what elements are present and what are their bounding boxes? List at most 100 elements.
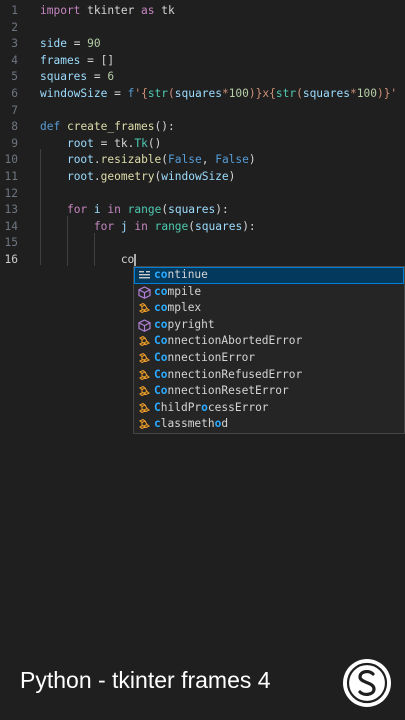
code-token: = [87,70,108,84]
suggestion-item[interactable]: ChildProcessError [134,400,404,417]
suggestion-match: co [154,268,168,281]
code-token: squares [174,87,222,100]
suggestion-match: Co [154,367,168,381]
class-icon [138,402,151,415]
line-number: 5 [11,70,18,84]
suggestion-text: mpile [167,284,202,298]
suggestion-item[interactable]: continue [134,267,404,284]
code-token: root [66,153,94,167]
code-token: = [107,87,128,100]
code-token: 90 [87,37,101,51]
cube-icon [138,285,151,299]
code-token: in [107,203,121,217]
code-text: for j in range(squares): [40,219,256,236]
code-text: side = 90 [40,36,101,53]
code-token: root [66,136,94,150]
code-line[interactable]: 13 for i in range(squares): [0,202,405,219]
suggestion-item[interactable]: complex [134,300,404,317]
code-token: () [147,136,162,150]
cube-icon [138,319,151,332]
suggestion-text: lassmeth [160,417,215,431]
code-token: frames [40,53,81,67]
code-line[interactable]: 6 windowSize = f'{str(squares*100)}x{str(… [0,86,405,103]
line-number: 14 [4,219,18,233]
code-token: = [93,136,115,150]
suggestion-text: nnectionAbortedError [167,334,303,348]
suggestion-item[interactable]: classmethod [134,416,404,433]
code-line[interactable]: 11 root.geometry(windowSize) [0,169,405,186]
code-token: ( [296,87,303,100]
code-token: def [40,120,61,134]
code-line[interactable]: 2 [0,20,405,37]
suggestion-item[interactable]: compile [134,284,404,301]
code-token: import [40,4,81,17]
video-footer: Python - tkinter frames 4 [0,640,405,720]
code-token: 100 [228,87,249,100]
code-token: ): [242,219,256,233]
code-line[interactable]: 7 [0,103,405,120]
suggestion-item[interactable]: ConnectionResetError [134,383,404,400]
line-number: 11 [4,170,18,183]
line-number: 1 [11,4,18,17]
suggestion-match: C [154,400,161,414]
class-icon [138,418,151,431]
suggestion-match: o [201,400,208,414]
code-token: False [168,153,202,167]
class-icon [138,352,151,365]
code-token: range [154,219,189,233]
code-token: tk [154,4,175,17]
code-line[interactable]: 10 root.resizable(False, False) [0,152,405,169]
suggestion-match: co [154,284,168,298]
line-number: 8 [11,120,18,134]
suggestion-item[interactable]: ConnectionRefusedError [134,367,404,384]
code-text: def create_frames(): [40,119,175,136]
autocomplete-suggestions[interactable]: continue compile complex copyright Connectio… [133,266,405,434]
suggestion-item[interactable]: ConnectionAbortedError [134,333,404,350]
code-token: tk. [114,136,135,150]
code-token: for [66,203,88,217]
code-token: = [66,37,88,51]
code-line[interactable]: 3 side = 90 [0,36,405,53]
suggestion-match: co [154,301,168,315]
code-text: import tkinter as tk [40,3,175,20]
suggestion-text: nnectionRefusedError [167,367,303,381]
code-token: create_frames [66,120,155,134]
code-token: . [93,153,101,167]
line-number: 12 [4,186,18,200]
suggestion-text: nnectionError [167,350,256,364]
code-line[interactable]: 9 root = tk.Tk() [0,136,405,153]
code-token: for [93,219,115,233]
suggestion-item[interactable]: copyright [134,317,404,334]
suggestion-match: Co [154,350,168,364]
suggestion-text: mplex [167,301,202,315]
line-number: 15 [4,236,18,250]
code-line[interactable]: 12 [0,186,405,203]
code-line[interactable]: 14 for j in range(squares): [0,219,405,236]
code-token: range [127,203,162,217]
code-text: windowSize = f'{str(squares*100)}x{str(s… [40,86,397,103]
code-line[interactable]: 8 def create_frames(): [0,119,405,136]
code-token: 6 [107,70,115,84]
suggestion-item[interactable]: ConnectionError [134,350,404,367]
code-token: , [201,153,216,167]
code-line[interactable]: 1 import tkinter as tk [0,3,405,20]
line-number: 4 [11,53,18,67]
suggestion-text: ntinue [167,268,208,281]
code-token: ( [168,87,175,100]
code-token: in [134,219,148,233]
code-text: root = tk.Tk() [40,136,161,153]
suggestion-match: Co [154,384,168,398]
code-line[interactable]: 4 frames = [] [0,53,405,70]
code-token: '{ [134,87,148,100]
code-token: windowSize [161,170,229,183]
code-line[interactable]: 15 [0,235,405,252]
code-text: root.geometry(windowSize) [40,169,235,186]
line-number: 3 [11,37,18,51]
code-line[interactable]: 5 squares = 6 [0,69,405,86]
